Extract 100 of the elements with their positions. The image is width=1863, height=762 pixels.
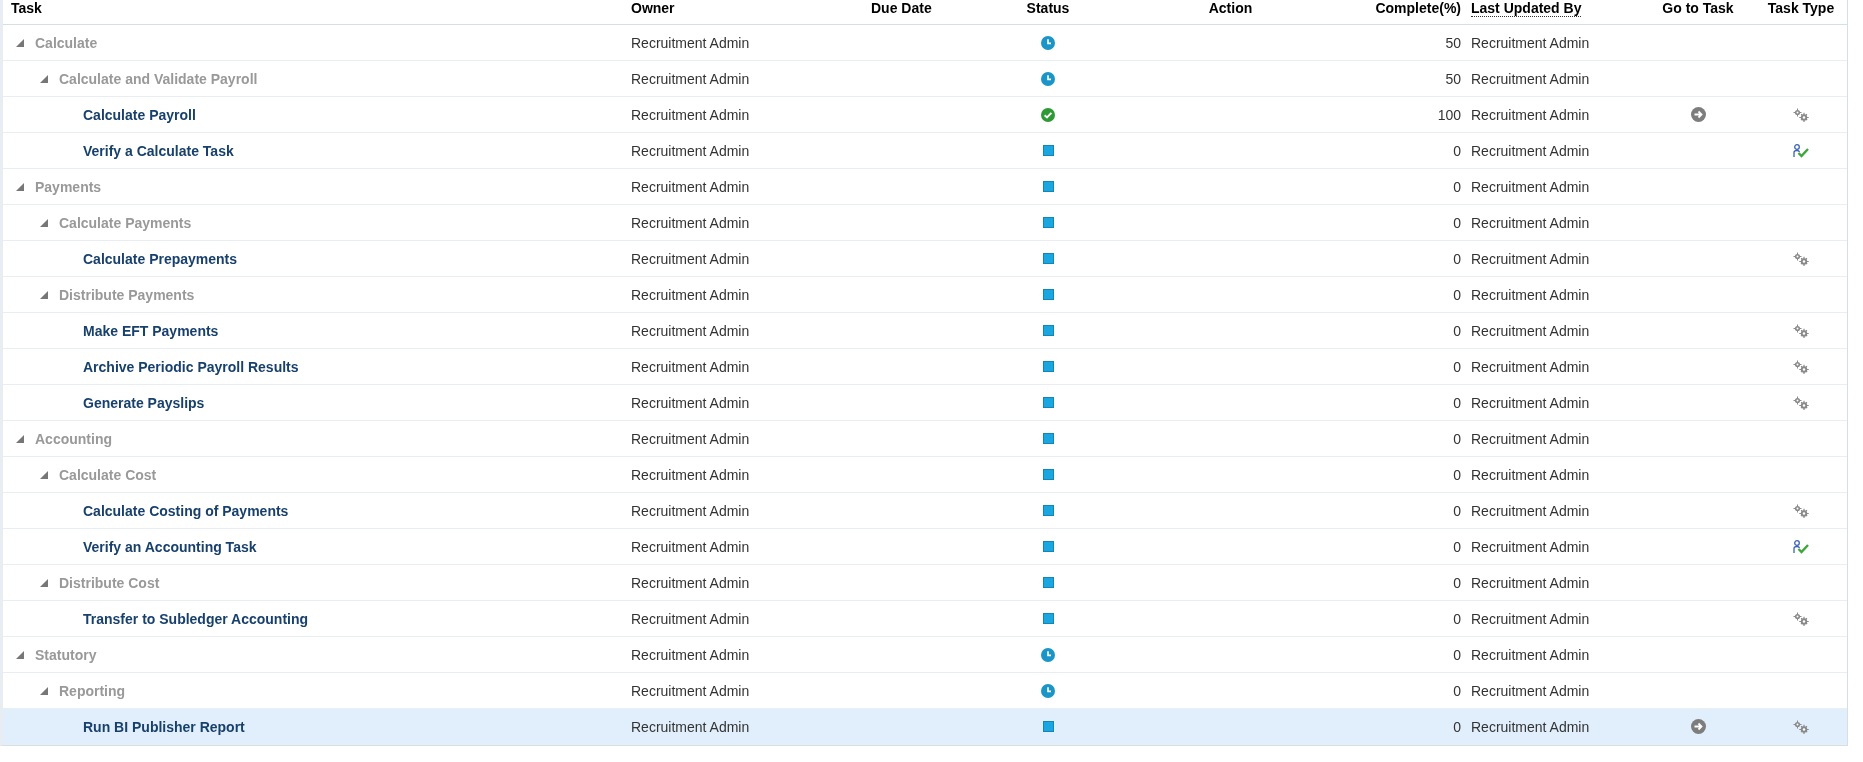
column-header[interactable]: Go to Task	[1643, 0, 1753, 16]
task-name[interactable]: Generate Payslips	[83, 394, 205, 411]
table-row[interactable]: Archive Periodic Payroll Results Recruitment Admin 0 Recruitment Admin	[3, 349, 1847, 385]
arrow-circle-icon[interactable]	[1690, 719, 1706, 734]
expand-icon[interactable]	[39, 577, 49, 588]
expand-icon[interactable]	[39, 73, 49, 84]
complete-percent: 0	[1453, 466, 1461, 483]
complete-percent: 100	[1437, 106, 1461, 123]
table-row[interactable]: Payments Recruitment Admin 0 Recruitment Admin	[3, 169, 1847, 205]
owner-name: Recruitment Admin	[631, 574, 750, 591]
owner-name: Recruitment Admin	[631, 286, 750, 303]
complete-percent: 0	[1453, 538, 1461, 555]
complete-percent: 0	[1453, 358, 1461, 375]
task-name[interactable]: Verify a Calculate Task	[83, 142, 234, 159]
expand-icon[interactable]	[15, 181, 25, 192]
task-name[interactable]: Make EFT Payments	[83, 322, 219, 339]
owner-name: Recruitment Admin	[631, 322, 750, 339]
table-row[interactable]: Distribute Payments Recruitment Admin 0 Recruitment Admin	[3, 277, 1847, 313]
updated-by-name: Recruitment Admin	[1471, 106, 1590, 123]
table-row[interactable]: Accounting Recruitment Admin 0 Recruitment Admin	[3, 421, 1847, 457]
table-row[interactable]: Calculate and Validate Payroll Recruitment Admin 50 Recruitment Admin	[3, 61, 1847, 97]
task-name[interactable]: Calculate Payroll	[83, 106, 196, 123]
updated-by-name: Recruitment Admin	[1471, 214, 1590, 231]
updated-by-name: Recruitment Admin	[1471, 718, 1590, 735]
task-name[interactable]: Run BI Publisher Report	[83, 718, 245, 735]
owner-name: Recruitment Admin	[631, 142, 750, 159]
table-row[interactable]: Statutory Recruitment Admin 0 Recruitment Admin	[3, 637, 1847, 673]
owner-name: Recruitment Admin	[631, 682, 750, 699]
updated-by-name: Recruitment Admin	[1471, 646, 1590, 663]
table-row[interactable]: Calculate Payroll Recruitment Admin 100 Recruitment Admin	[3, 97, 1847, 133]
task-name: Distribute Payments	[59, 286, 195, 303]
updated-by-name: Recruitment Admin	[1471, 250, 1590, 267]
column-header[interactable]: Due Date	[863, 0, 998, 16]
task-name[interactable]: Transfer to Subledger Accounting	[83, 610, 309, 627]
column-header[interactable]: Task Type	[1753, 0, 1849, 16]
table-row[interactable]: Calculate Recruitment Admin 50 Recruitment Admin	[3, 25, 1847, 61]
expand-icon[interactable]	[15, 649, 25, 660]
updated-by-name: Recruitment Admin	[1471, 466, 1590, 483]
owner-name: Recruitment Admin	[631, 610, 750, 627]
task-name[interactable]: Verify an Accounting Task	[83, 538, 257, 555]
updated-by-name: Recruitment Admin	[1471, 178, 1590, 195]
task-name[interactable]: Archive Periodic Payroll Results	[83, 358, 299, 375]
complete-percent: 0	[1453, 286, 1461, 303]
complete-percent: 0	[1453, 610, 1461, 627]
updated-by-name: Recruitment Admin	[1471, 34, 1590, 51]
table-row[interactable]: Calculate Costing of Payments Recruitment Admin 0 Recruitment Admin	[3, 493, 1847, 529]
task-name: Accounting	[35, 430, 112, 447]
task-name: Calculate Cost	[59, 466, 157, 483]
table-row[interactable]: Make EFT Payments Recruitment Admin 0 Recruitment Admin	[3, 313, 1847, 349]
table-row[interactable]: Run BI Publisher Report Recruitment Admin 0 Recruitment Admin	[3, 709, 1847, 745]
owner-name: Recruitment Admin	[631, 538, 750, 555]
column-header[interactable]: Owner	[623, 0, 863, 16]
complete-percent: 0	[1453, 178, 1461, 195]
arrow-circle-icon[interactable]	[1690, 107, 1706, 122]
task-name: Calculate Payments	[59, 214, 192, 231]
expand-icon[interactable]	[15, 433, 25, 444]
owner-name: Recruitment Admin	[631, 250, 750, 267]
updated-by-name: Recruitment Admin	[1471, 610, 1590, 627]
column-header[interactable]: Complete(%)	[1363, 0, 1463, 16]
table-row[interactable]: Calculate Prepayments Recruitment Admin 0 Recruitment Admin	[3, 241, 1847, 277]
complete-percent: 50	[1445, 70, 1461, 87]
updated-by-name: Recruitment Admin	[1471, 682, 1590, 699]
task-name: Reporting	[59, 682, 126, 699]
column-header[interactable]: Task	[3, 0, 623, 16]
owner-name: Recruitment Admin	[631, 430, 750, 447]
complete-percent: 0	[1453, 502, 1461, 519]
complete-percent: 0	[1453, 142, 1461, 159]
complete-percent: 0	[1453, 682, 1461, 699]
table-row[interactable]: Distribute Cost Recruitment Admin 0 Recruitment Admin	[3, 565, 1847, 601]
updated-by-name: Recruitment Admin	[1471, 430, 1590, 447]
expand-icon[interactable]	[39, 469, 49, 480]
owner-name: Recruitment Admin	[631, 646, 750, 663]
expand-icon[interactable]	[15, 37, 25, 48]
table-row[interactable]: Verify a Calculate Task Recruitment Admin 0 Recruitment Admin	[3, 133, 1847, 169]
column-header[interactable]: Status	[998, 0, 1098, 16]
owner-name: Recruitment Admin	[631, 358, 750, 375]
column-header[interactable]: Last Updated By	[1463, 0, 1643, 16]
updated-by-name: Recruitment Admin	[1471, 286, 1590, 303]
owner-name: Recruitment Admin	[631, 466, 750, 483]
table-row[interactable]: Calculate Payments Recruitment Admin 0 Recruitment Admin	[3, 205, 1847, 241]
expand-icon[interactable]	[39, 289, 49, 300]
expand-icon[interactable]	[39, 685, 49, 696]
task-name[interactable]: Calculate Prepayments	[83, 250, 238, 267]
table-row[interactable]: Generate Payslips Recruitment Admin 0 Recruitment Admin	[3, 385, 1847, 421]
updated-by-name: Recruitment Admin	[1471, 502, 1590, 519]
complete-percent: 0	[1453, 646, 1461, 663]
complete-percent: 0	[1453, 214, 1461, 231]
expand-icon[interactable]	[39, 217, 49, 228]
complete-percent: 50	[1445, 34, 1461, 51]
complete-percent: 0	[1453, 718, 1461, 735]
updated-by-name: Recruitment Admin	[1471, 538, 1590, 555]
complete-percent: 0	[1453, 250, 1461, 267]
owner-name: Recruitment Admin	[631, 718, 750, 735]
table-row[interactable]: Calculate Cost Recruitment Admin 0 Recruitment Admin	[3, 457, 1847, 493]
column-header[interactable]: Action	[1098, 0, 1363, 16]
updated-by-name: Recruitment Admin	[1471, 142, 1590, 159]
table-row[interactable]: Transfer to Subledger Accounting Recruitment Admin 0 Recruitment Admin	[3, 601, 1847, 637]
table-row[interactable]: Verify an Accounting Task Recruitment Admin 0 Recruitment Admin	[3, 529, 1847, 565]
task-name[interactable]: Calculate Costing of Payments	[83, 502, 289, 519]
task-name: Distribute Cost	[59, 574, 160, 591]
